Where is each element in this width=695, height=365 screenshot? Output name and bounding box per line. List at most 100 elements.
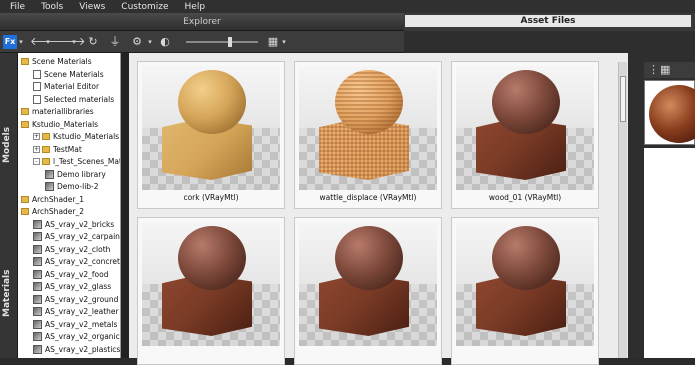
tree-item[interactable]: ArchShader_2 [21,206,84,217]
grid-view-icon[interactable]: ▦ [266,35,280,49]
material-card[interactable]: wattle_displace (VRayMtl) [294,61,442,209]
material-icon [33,307,42,316]
chevron-down-icon[interactable]: ▾ [146,35,154,49]
grid-view-icon[interactable]: ▦ [660,63,670,77]
folder-icon [42,158,50,165]
material-icon [33,219,42,229]
tree-item[interactable]: AS_vray_v2_food [33,269,109,280]
tree-item[interactable]: AS_vray_v2_bricks [33,219,114,230]
menu-tools[interactable]: Tools [41,2,63,12]
material-card[interactable]: cork (VRayMtl) [137,61,285,209]
tree-item[interactable]: AS_vray_v2_organic [33,331,120,342]
material-thumbnail [142,222,280,346]
folder-icon [42,145,50,153]
tree-item-label: ArchShader_2 [32,207,85,216]
explorer-logo-icon[interactable]: Fx [3,35,17,49]
expand-icon[interactable]: + [33,145,40,153]
menu-help[interactable]: Help [185,2,206,12]
tree-item[interactable]: AS_vray_v2_glass [33,281,111,292]
material-tree: Scene Materials Scene Materials Material E… [18,53,121,358]
tree-item[interactable]: Scene Materials [21,56,92,67]
forward-arrow-icon[interactable]: 🡒 [56,35,86,49]
folder-icon [21,208,29,215]
material-thumbnail [456,222,594,346]
menu-views[interactable]: Views [79,2,105,12]
tree-item-label: Material Editor [44,82,100,91]
tree-item[interactable]: Demo-lib-2 [45,181,99,192]
material-thumbnail [142,66,280,190]
refresh-icon[interactable]: ↻ [86,35,100,49]
tree-item-label: Selected materials [44,94,115,104]
tree-item[interactable]: materiallibraries [21,106,94,117]
display-mode-icon[interactable]: ⚙ [128,35,146,49]
grid-scrollbar[interactable] [618,62,627,358]
asset-preview[interactable] [644,80,695,145]
expand-icon[interactable]: + [33,133,40,140]
folder-icon [21,120,29,128]
material-card[interactable]: wood_01 (VRayMtl) [451,61,599,209]
tree-item-label: AS_vray_v2_metals [45,319,118,329]
grid-scrollbar-thumb[interactable] [620,76,626,122]
tree-item[interactable]: AS_vray_v2_carpaint [33,231,121,242]
tab-models[interactable]: Models [2,105,16,185]
tree-item[interactable]: - l_Test_Scenes_Mate [33,156,120,167]
thumbnail-size-slider[interactable] [186,41,258,43]
tree-item-label: AS_vray_v2_bricks [45,219,115,229]
tree-item[interactable]: Kstudio_Materials [21,119,98,130]
file-icon [33,69,41,79]
collapse-icon[interactable]: - [33,158,40,165]
tree-item[interactable]: Selected materials [33,94,114,105]
tree-item[interactable]: + TestMat [33,144,82,155]
tree-item-label: AS_vray_v2_carpaint [45,232,121,241]
tree-item-label: Kstudio_Materials [53,132,120,141]
tree-item-label: Demo library [57,169,106,179]
file-icon [33,94,41,104]
tree-item[interactable]: AS_vray_v2_plastics [33,344,120,355]
chevron-down-icon[interactable]: ▾ [280,35,288,49]
tree-item-label: TestMat [53,144,82,154]
material-card[interactable] [294,217,442,365]
tree-item[interactable]: AS_vray_v2_concret [33,256,120,267]
tree-item-label: AS_vray_v2_food [45,269,109,279]
explorer-toolbar: Fx ▾ 🡐 ▾ 🡒 ▾ ↻ ⏚ ⚙ ▾ ◐ ▦ ▾ [0,31,404,53]
tree-item[interactable]: AS_vray_v2_ground [33,294,118,305]
view-options-icon[interactable]: ◐ [156,35,174,49]
tree-item[interactable]: AS_vray_v2_metals [33,319,117,330]
tree-item-label: Kstudio_Materials [32,119,99,129]
back-arrow-icon[interactable]: 🡐 [30,35,60,49]
material-label: wattle_displace (VRayMtl) [319,193,417,202]
folder-icon [21,195,29,203]
menu-file[interactable]: File [10,2,25,12]
material-icon [33,332,42,341]
tree-item[interactable]: Scene Materials [33,69,104,80]
material-thumbnail [299,66,437,190]
chevron-down-icon[interactable]: ▾ [17,35,25,49]
tree-item[interactable]: AS_vray_v2_leather [33,306,119,317]
tree-item[interactable]: Material Editor [33,81,99,92]
tree-item-label: AS_vray_v2_glass [45,282,112,291]
tree-item[interactable]: Demo library [45,169,106,180]
tree-item[interactable]: AS_vray_v2_cloth [33,244,110,255]
tree-item-label: Scene Materials [32,57,92,66]
nav-icon[interactable]: ⋮ [648,63,659,77]
material-thumbnail [299,222,437,346]
material-card[interactable] [451,217,599,365]
material-card[interactable] [137,217,285,365]
chevron-down-icon[interactable]: ▾ [44,35,52,49]
tree-item[interactable]: + Kstudio_Materials [33,131,119,142]
menu-customize[interactable]: Customize [121,2,168,12]
chevron-down-icon[interactable]: ▾ [70,35,78,49]
filter-icon[interactable]: ⏚ [108,35,122,49]
tab-materials[interactable]: Materials [2,253,16,333]
tree-scrollbar[interactable] [121,53,129,358]
asset-toolbar: ⋮ ▦ [644,62,695,78]
material-label: wood_01 (VRayMtl) [488,193,562,202]
tree-item[interactable]: ArchShader_1 [21,194,84,205]
slider-handle[interactable] [228,37,232,47]
material-thumbnail [456,66,594,190]
material-icon [33,344,42,354]
tree-item-label: Demo-lib-2 [57,182,99,191]
material-icon [45,169,54,179]
material-icon [45,182,54,191]
asset-files-tab[interactable]: Asset Files [405,15,691,27]
